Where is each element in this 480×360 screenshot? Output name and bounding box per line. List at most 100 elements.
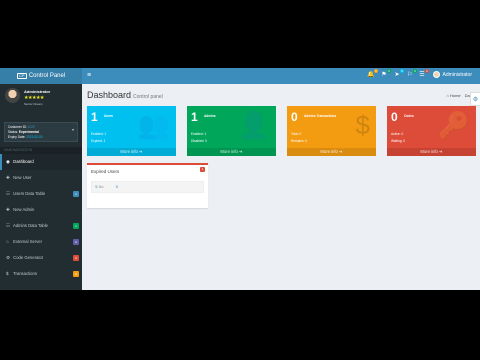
sidebar-item-external-server[interactable]: ⌂ External Server 0 [0,234,82,250]
breadcrumb-home[interactable]: ⌂ Home [446,93,460,98]
flag-icon[interactable]: ⚑ 0 [380,69,391,80]
logo-text: Control Panel [28,73,66,79]
sidebar-item-label: New Admin [13,207,35,212]
page-subtitle: Control panel [133,94,163,100]
expired-users-panel: Expired Users 1 ⇅ No ⇅ [87,163,208,208]
sidebar-item-label: Admins Data Table [12,223,49,228]
transactions-stat-box: 0 Admins Transactions Total: 0 Remains: … [287,106,376,156]
menu-badge: 1 [73,191,79,197]
codes-stat-box: 0 Codes Active: 0 Waiting: 0 🔑 More info… [387,106,476,156]
sidebar-item-code-generator[interactable]: ⚙ Code Generator 0 [0,250,82,266]
stat-line: Expired: 1 [91,139,106,143]
bell-glyph: 🔔 [367,72,375,78]
column-label: No [98,185,104,189]
send-badge: 0 [400,69,404,73]
users-stat-box: 1 Users Enabled: 1 Expired: 1 👥 More inf… [87,106,176,156]
stat-line: Enabled: 1 [91,132,107,136]
user-menu-name: Administrator [442,71,472,78]
column-header-no[interactable]: ⇅ No [95,185,103,189]
stat-line: Remains: 0 [291,139,308,143]
sidebar-item-users-data-table[interactable]: ☷ Users Data Table 1 [0,186,82,202]
dollar-icon: $ [355,110,370,140]
customer-info-box[interactable]: Customer ID: 1029 Status: Experimental E… [4,122,78,142]
users-icon: 👥 [137,110,170,140]
sidebar-item-label: Users Data Table [13,191,46,196]
stat-label: Admins [204,114,216,118]
admins-stat-box: 1 Admins Enabled: 1 Disabled: 0 👤 More i… [187,106,276,156]
stat-count: 0 [391,110,398,124]
caret-down-icon[interactable]: ▾ [72,127,74,132]
sort-icon: ⇅ [95,185,98,189]
user-icon: 👤 [237,110,270,140]
stat-line: Total: 0 [291,132,302,136]
user-name: Administrator [24,89,51,94]
server-icon: ⌂ [6,239,9,244]
stat-line: Active: 0 [391,132,404,136]
menu-badge: 1 [73,223,79,229]
expired-users-table-header: ⇅ No ⇅ [91,181,204,193]
user-role: Senior Dream [24,102,43,106]
page-title: Dashboard Control panel [87,90,163,100]
send-icon[interactable]: ➤ 0 [393,69,404,80]
stat-count: 1 [91,110,98,124]
rating-stars: ★★★★★ [24,95,44,101]
top-navbar: ≡ 🔔 0 ⚑ 0 ➤ 0 ⚐ 0 ☰ 0 Administrator [82,68,480,84]
menu-badge: 0 [73,271,79,277]
bell-icon[interactable]: 🔔 0 [367,69,378,80]
avatar [432,71,440,78]
app-window: CP Control Panel ≡ 🔔 0 ⚑ 0 ➤ 0 ⚐ 0 ☰ 0 A… [0,68,480,290]
user-panel: Administrator ★★★★★ Senior Dream [0,84,82,122]
menu-badge: 0 [73,255,79,261]
expiry-row: Expiry Date: 2023-00-00 [8,135,74,140]
flag-badge: 0 [387,69,391,73]
logo-icon: CP [16,73,27,79]
notification-badge: 0 [374,69,378,73]
sidebar: Administrator ★★★★★ Senior Dream Custome… [0,84,82,290]
logo[interactable]: CP Control Panel [0,68,82,84]
expiry-label: Expiry Date: [8,135,26,139]
send-glyph: ➤ [394,72,400,78]
sidebar-item-label: Dashboard [13,159,34,164]
sidebar-item-transactions[interactable]: $ Transactions 0 [0,266,82,282]
key-icon: 🔑 [437,110,470,140]
stat-count: 0 [291,110,298,124]
stat-count: 1 [191,110,198,124]
menu-badge: 0 [73,239,79,245]
more-info-link[interactable]: More info ➔ [387,148,476,156]
more-info-link[interactable]: More info ➔ [187,148,276,156]
dashboard-icon: ◉ [6,159,10,164]
tasks-glyph: ☰ [419,72,425,78]
more-info-link[interactable]: More info ➔ [287,148,376,156]
tasks-badge: 0 [425,69,429,73]
more-info-link[interactable]: More info ➔ [87,148,176,156]
main-content: DashboardControl panel ⌂ Home Dash ⚙ 1 U… [82,84,480,290]
stat-label: Users [104,114,113,118]
dollar-icon: $ [6,271,9,276]
customer-id-label: Customer ID: [8,125,27,129]
tasks-icon[interactable]: ☰ 0 [418,69,429,80]
sidebar-item-new-user[interactable]: ✚ New User [0,170,82,186]
sidebar-item-label: Code Generator [13,255,44,260]
sidebar-item-new-admin[interactable]: ✚ New Admin [0,202,82,218]
sidebar-item-label: New User [13,175,32,180]
sidebar-item-dashboard[interactable]: ◉ Dashboard [0,154,82,170]
avatar [5,88,20,103]
expiry-value: 2023-00-00 [26,135,43,139]
sidebar-item-label: Transactions [13,271,37,276]
table-icon: ☷ [6,191,11,196]
flag-glyph: ⚑ [381,72,387,78]
settings-gear-icon[interactable]: ⚙ [470,92,480,106]
stat-line: Disabled: 0 [191,139,207,143]
bookmark-glyph: ⚐ [407,72,413,78]
nav-header: MAIN NAVIGATION [0,147,82,154]
user-menu[interactable]: Administrator [432,71,472,78]
sidebar-toggle-icon[interactable]: ≡ [87,72,91,80]
sidebar-item-admins-data-table[interactable]: ☷ Admins Data Table 1 [0,218,82,234]
bookmark-icon[interactable]: ⚐ 0 [406,69,417,80]
plus-icon: ✚ [6,175,10,180]
sort-icon[interactable]: ⇅ [115,185,118,189]
bookmark-badge: 0 [413,69,417,73]
gear-icon: ⚙ [6,255,11,260]
plus-icon: ✚ [6,207,10,212]
stat-label: Admins Transactions [304,114,337,118]
